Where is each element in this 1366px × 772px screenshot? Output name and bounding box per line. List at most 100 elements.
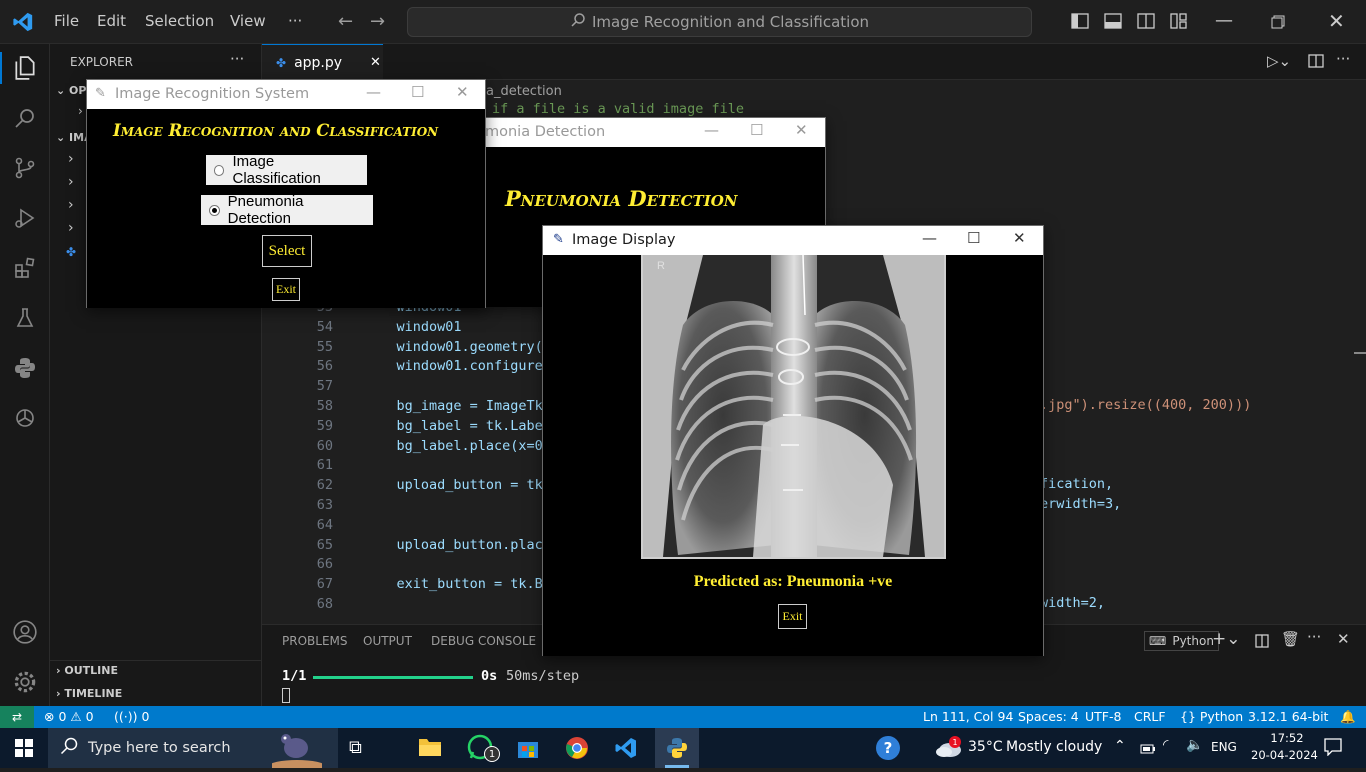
minimize-icon[interactable]: —: [922, 229, 937, 247]
close-window-icon[interactable]: ✕: [1328, 9, 1345, 33]
minimize-icon[interactable]: —: [1215, 10, 1233, 31]
wifi-icon[interactable]: ◜: [1163, 737, 1168, 753]
encoding-status[interactable]: UTF-8: [1085, 709, 1121, 724]
task-view-icon[interactable]: ⧉: [349, 737, 362, 758]
explorer-more-icon[interactable]: ···: [230, 50, 244, 68]
panel-more-icon[interactable]: ···: [1307, 628, 1321, 646]
python-taskbar-icon[interactable]: [665, 736, 689, 764]
line-number: 65: [316, 536, 333, 553]
folder-chevron-icon[interactable]: ›: [68, 197, 74, 213]
python-file-icon[interactable]: ✤: [66, 245, 76, 259]
microsoft-store-icon[interactable]: [516, 736, 540, 764]
cursor-position[interactable]: Ln 111, Col 94: [923, 709, 1013, 724]
indentation-status[interactable]: Spaces: 4: [1018, 709, 1079, 724]
errors-status[interactable]: ⊗ 0 ⚠ 0: [44, 709, 94, 724]
source-control-icon[interactable]: [9, 152, 41, 184]
exit-button[interactable]: Exit: [272, 278, 300, 301]
radio-pneumonia-detection[interactable]: Pneumonia Detection: [201, 193, 373, 227]
window-title: Image Recognition System: [115, 86, 310, 102]
close-icon[interactable]: ✕: [456, 83, 469, 101]
image-display-window[interactable]: ✎ Image Display — ☐ ✕ R Predicted as: Pn…: [542, 225, 1044, 656]
customize-layout-icon[interactable]: [1170, 13, 1188, 33]
search-icon[interactable]: [9, 102, 41, 134]
progress-count: 1/1: [282, 668, 307, 684]
close-tab-icon[interactable]: ✕: [370, 55, 381, 70]
maximize-icon[interactable]: ☐: [750, 121, 763, 139]
minimize-icon[interactable]: —: [704, 121, 719, 139]
toggle-panel-icon[interactable]: [1104, 13, 1122, 33]
toggle-sidebar-icon[interactable]: [1071, 13, 1089, 33]
close-icon[interactable]: ✕: [1013, 229, 1026, 247]
language-status[interactable]: {} Python: [1180, 709, 1243, 724]
chrome-icon[interactable]: [565, 736, 589, 764]
select-button[interactable]: Select: [262, 235, 312, 267]
tab-problems[interactable]: PROBLEMS: [282, 634, 348, 648]
line-number: 56: [316, 358, 333, 375]
image-recognition-window[interactable]: ✎ Image Recognition System — ☐ ✕ Image R…: [86, 79, 486, 308]
timeline-section[interactable]: › TIMELINE: [56, 687, 122, 700]
python-file-icon: ✤: [276, 55, 287, 70]
run-debug-icon[interactable]: [9, 202, 41, 234]
tab-debug-console[interactable]: DEBUG CONSOLE: [431, 634, 536, 648]
folder-chevron-icon[interactable]: ›: [68, 151, 74, 167]
split-editor-icon[interactable]: [1308, 53, 1324, 72]
run-file-icon[interactable]: ▷⌄: [1267, 52, 1291, 70]
help-icon[interactable]: ?: [876, 736, 900, 760]
editor-more-icon[interactable]: ···: [1336, 50, 1350, 68]
command-center-search[interactable]: Image Recognition and Classification: [407, 7, 1032, 37]
folder-chevron-icon[interactable]: ›: [68, 174, 74, 190]
close-panel-icon[interactable]: ✕: [1337, 630, 1350, 648]
vscode-taskbar-icon[interactable]: [614, 736, 638, 764]
volume-icon[interactable]: 🔈: [1186, 737, 1203, 753]
openai-icon[interactable]: [9, 402, 41, 434]
back-arrow-icon[interactable]: ←: [338, 11, 353, 32]
new-terminal-icon[interactable]: +⌄: [1212, 629, 1241, 649]
forward-arrow-icon[interactable]: →: [370, 11, 385, 32]
tab-output[interactable]: OUTPUT: [363, 634, 412, 648]
chevron-down-icon: ⌄: [56, 131, 70, 144]
interpreter-status[interactable]: 3.12.1 64-bit: [1248, 709, 1328, 724]
open-editors-section[interactable]: ⌄ OP: [56, 84, 86, 97]
menu-selection[interactable]: Selection: [145, 12, 214, 30]
breadcrumb[interactable]: a_detection: [486, 84, 562, 99]
ports-status[interactable]: ((·)) 0: [114, 709, 149, 724]
radio-image-classification[interactable]: Image Classification: [206, 153, 367, 187]
python-icon[interactable]: [9, 352, 41, 384]
menu-more[interactable]: ···: [288, 12, 302, 30]
maximize-icon[interactable]: ☐: [967, 229, 980, 247]
toggle-secondary-sidebar-icon[interactable]: [1137, 13, 1155, 33]
minimize-icon[interactable]: —: [366, 83, 381, 101]
manage-gear-icon[interactable]: [9, 666, 41, 698]
accounts-icon[interactable]: [9, 616, 41, 648]
folder-chevron-icon[interactable]: ›: [68, 220, 74, 236]
notifications-bell-icon[interactable]: 🔔: [1340, 709, 1356, 725]
windows-start-icon[interactable]: [15, 739, 33, 761]
eol-status[interactable]: CRLF: [1134, 709, 1166, 724]
remote-icon[interactable]: ⇄: [0, 706, 34, 728]
split-terminal-icon[interactable]: [1255, 633, 1269, 652]
maximize-icon[interactable]: ☐: [411, 83, 424, 101]
tray-chevron-up-icon[interactable]: ⌃: [1114, 738, 1126, 754]
battery-icon[interactable]: [1140, 740, 1156, 759]
tab-app-py[interactable]: ✤ app.py ✕: [262, 44, 383, 80]
close-icon[interactable]: ✕: [795, 121, 808, 139]
explorer-icon[interactable]: [9, 52, 41, 84]
menu-view[interactable]: View: [230, 12, 266, 30]
terminal-selector[interactable]: ⌨ Python: [1144, 631, 1219, 651]
outline-section[interactable]: › OUTLINE: [56, 664, 118, 677]
scrollbar-thumb[interactable]: [1354, 352, 1366, 354]
file-explorer-icon[interactable]: [418, 736, 442, 762]
clock-time[interactable]: 17:52: [1264, 731, 1310, 745]
trash-icon[interactable]: 🗑: [1281, 630, 1300, 648]
exit-button[interactable]: Exit: [778, 604, 807, 629]
terminal-cursor[interactable]: [282, 688, 290, 703]
chevron-right-icon[interactable]: ›: [78, 104, 83, 118]
clock-date[interactable]: 20-04-2024: [1251, 748, 1318, 762]
input-language[interactable]: ENG: [1211, 740, 1237, 754]
notification-center-icon[interactable]: [1324, 738, 1342, 760]
testing-flask-icon[interactable]: [9, 302, 41, 334]
menu-edit[interactable]: Edit: [97, 12, 126, 30]
extensions-icon[interactable]: [9, 252, 41, 284]
restore-icon[interactable]: [1271, 14, 1285, 33]
menu-file[interactable]: File: [54, 12, 79, 30]
